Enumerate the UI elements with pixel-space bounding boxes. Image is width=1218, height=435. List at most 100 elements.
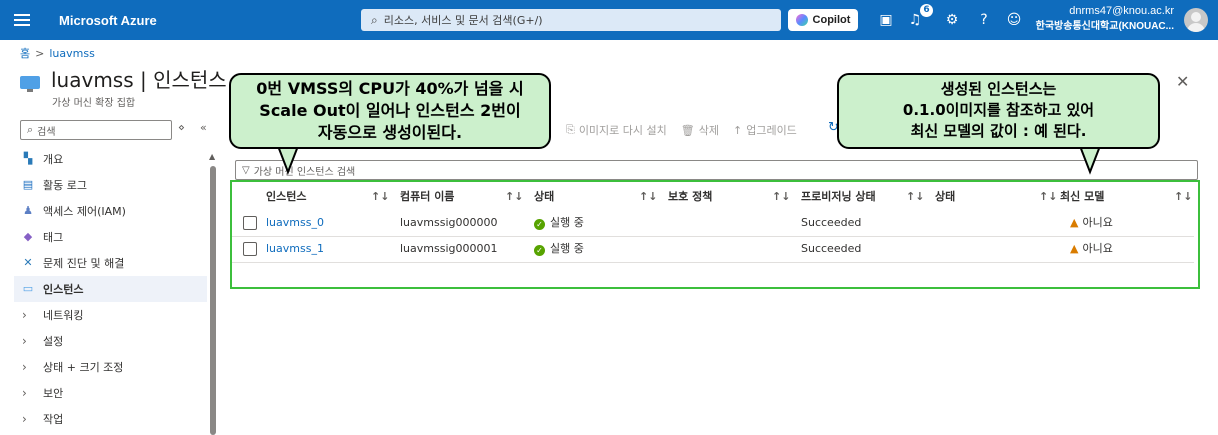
latest-model-cell: ▲ 아니요 bbox=[1070, 236, 1113, 262]
sidebar-item-tags[interactable]: ◆ 태그 bbox=[14, 224, 207, 250]
settings-gear-icon[interactable]: ⚙ bbox=[942, 10, 962, 30]
instance-link[interactable]: luavmss_1 bbox=[266, 236, 324, 262]
account-info[interactable]: dnrms47@knou.ac.kr 한국방송통신대학교(KNOUAC... bbox=[1036, 5, 1174, 32]
breadcrumb-home[interactable]: 홈 bbox=[20, 47, 30, 60]
annotation-callout-scale-out: 0번 VMSS의 CPU가 40%가 넘을 시 Scale Out이 일어나 인… bbox=[229, 73, 551, 149]
trash-icon: 🗑 bbox=[680, 123, 695, 137]
sidebar-item-label: 인스턴스 bbox=[43, 283, 84, 296]
status-text: 실행 중 bbox=[550, 242, 584, 255]
sort-icon[interactable]: ↑↓ bbox=[906, 184, 924, 210]
sidebar-item-activity-log[interactable]: ▤ 활동 로그 bbox=[14, 172, 207, 198]
sort-icon[interactable]: ↑↓ bbox=[639, 184, 657, 210]
cloud-shell-icon[interactable]: ▣ bbox=[876, 10, 896, 30]
status-cell: ✓ 실행 중 bbox=[534, 236, 584, 262]
delete-label: 삭제 bbox=[698, 124, 719, 137]
latest-model-text: 아니요 bbox=[1082, 216, 1113, 229]
sort-icon[interactable]: ↑↓ bbox=[505, 184, 523, 210]
sidebar-item-diagnose[interactable]: ✕ 문제 진단 및 해결 bbox=[14, 250, 207, 276]
table-row[interactable]: luavmss_1 luavmssig000001 ✓ 실행 중 Succeede… bbox=[232, 236, 1194, 263]
sidebar-group-label: 설정 bbox=[43, 335, 64, 348]
row-checkbox[interactable] bbox=[243, 216, 257, 230]
sidebar-collapse-icon[interactable]: « bbox=[200, 121, 207, 134]
copilot-button[interactable]: Copilot bbox=[788, 9, 858, 31]
table-header: 인스턴스 ↑↓ 컴퓨터 이름 ↑↓ 상태 ↑↓ 보호 정책 ↑↓ 프로비저닝 상… bbox=[232, 184, 1194, 210]
callout-line: 자동으로 생성이된다. bbox=[317, 123, 463, 142]
column-header-provisioning-state[interactable]: 프로비저닝 상태 bbox=[801, 184, 876, 210]
column-header-instance[interactable]: 인스턴스 bbox=[266, 184, 306, 210]
command-bar: ⎘ 이미지로 다시 설치 🗑 삭제 ↑ 업그레이드 bbox=[566, 122, 797, 138]
delete-button[interactable]: 🗑 삭제 bbox=[681, 122, 719, 138]
sidebar-expand-icon[interactable]: ⋄ bbox=[178, 121, 185, 134]
reimage-icon: ⎘ bbox=[566, 123, 575, 136]
latest-model-cell: ▲ 아니요 bbox=[1070, 210, 1113, 236]
breadcrumb: 홈 > luavmss bbox=[20, 47, 95, 60]
callout-line: 생성된 인스턴스는 bbox=[940, 80, 1057, 98]
instances-icon: ▭ bbox=[22, 282, 34, 295]
sort-icon[interactable]: ↑↓ bbox=[772, 184, 790, 210]
chevron-right-icon: › bbox=[22, 386, 27, 400]
right-callout-tail bbox=[1078, 146, 1102, 175]
callout-line: 0.1.0이미지를 참조하고 있어 bbox=[902, 101, 1095, 119]
notification-count-badge: 6 bbox=[920, 4, 933, 17]
sidebar-scrollbar[interactable]: ▲ bbox=[209, 152, 216, 435]
annotation-callout-latest-model: 생성된 인스턴스는 0.1.0이미지를 참조하고 있어 최신 모델의 값이 : … bbox=[837, 73, 1160, 149]
arrow-up-icon: ↑ bbox=[732, 123, 743, 137]
reimage-button[interactable]: ⎘ 이미지로 다시 설치 bbox=[566, 122, 667, 138]
account-email: dnrms47@knou.ac.kr bbox=[1069, 5, 1174, 17]
column-header-computer-name[interactable]: 컴퓨터 이름 bbox=[400, 184, 454, 210]
computer-name: luavmssig000001 bbox=[400, 242, 498, 255]
sidebar-item-overview[interactable]: ▚ 개요 bbox=[14, 146, 207, 172]
sidebar-group-operations[interactable]: › 작업 bbox=[14, 406, 207, 432]
sidebar-item-iam[interactable]: ♟ 액세스 제어(IAM) bbox=[14, 198, 207, 224]
scrollbar-thumb[interactable] bbox=[210, 166, 216, 435]
sidebar-search-placeholder: 검색 bbox=[37, 126, 56, 138]
sidebar-item-label: 태그 bbox=[43, 231, 64, 244]
table-row[interactable]: luavmss_0 luavmssig000000 ✓ 실행 중 Succeede… bbox=[232, 210, 1194, 237]
vmss-icon bbox=[20, 76, 40, 92]
instance-link[interactable]: luavmss_0 bbox=[266, 210, 324, 236]
sort-icon[interactable]: ↑↓ bbox=[371, 184, 389, 210]
sidebar-search-input[interactable]: ⌕ 검색 bbox=[20, 120, 172, 140]
account-org: 한국방송통신대학교(KNOUAC... bbox=[1035, 21, 1174, 32]
sidebar-group-security[interactable]: › 보안 bbox=[14, 380, 207, 406]
row-checkbox[interactable] bbox=[243, 242, 257, 256]
column-header-health-state[interactable]: 상태 bbox=[935, 184, 955, 210]
instances-table: 인스턴스 ↑↓ 컴퓨터 이름 ↑↓ 상태 ↑↓ 보호 정책 ↑↓ 프로비저닝 상… bbox=[230, 180, 1200, 289]
page-subtitle: 가상 머신 확장 집합 bbox=[52, 98, 136, 109]
avatar[interactable] bbox=[1184, 8, 1208, 32]
iam-icon: ♟ bbox=[23, 204, 33, 217]
filter-icon: ▽ bbox=[242, 164, 250, 176]
feedback-icon[interactable]: ☺ bbox=[1004, 10, 1024, 30]
check-circle-icon: ✓ bbox=[534, 245, 545, 256]
callout-line: 0번 VMSS의 CPU가 40%가 넘을 시 bbox=[256, 79, 524, 98]
column-header-latest-model[interactable]: 최신 모델 bbox=[1060, 184, 1104, 210]
sidebar-item-instances[interactable]: ▭ 인스턴스 bbox=[14, 276, 207, 302]
sort-icon[interactable]: ↑↓ bbox=[1174, 184, 1192, 210]
page-title: luavmss | 인스턴스 bbox=[51, 68, 227, 92]
instance-search-input[interactable]: ▽ 가상 머신 인스턴스 검색 bbox=[235, 160, 1198, 180]
global-search-input[interactable]: ⌕ 리소스, 서비스 및 문서 검색(G+/) bbox=[361, 9, 781, 31]
status-cell: ✓ 실행 중 bbox=[534, 210, 584, 236]
sidebar-group-networking[interactable]: › 네트워킹 bbox=[14, 302, 207, 328]
close-icon[interactable]: ✕ bbox=[1176, 72, 1189, 91]
sidebar-item-label: 개요 bbox=[43, 153, 64, 166]
chevron-right-icon: › bbox=[22, 360, 27, 374]
breadcrumb-current[interactable]: luavmss bbox=[49, 47, 94, 60]
left-callout-tail bbox=[276, 146, 300, 175]
upgrade-button[interactable]: ↑ 업그레이드 bbox=[733, 122, 797, 138]
chevron-right-icon: › bbox=[22, 308, 27, 322]
activity-log-icon: ▤ bbox=[22, 178, 34, 191]
sidebar-group-settings[interactable]: › 설정 bbox=[14, 328, 207, 354]
column-header-protection-policy[interactable]: 보호 정책 bbox=[668, 184, 712, 210]
hamburger-menu-icon[interactable] bbox=[14, 14, 30, 26]
sort-icon[interactable]: ↑↓ bbox=[1039, 184, 1057, 210]
sidebar-group-health-scale[interactable]: › 상태 + 크기 조정 bbox=[14, 354, 207, 380]
brand-title[interactable]: Microsoft Azure bbox=[59, 13, 157, 28]
column-header-status[interactable]: 상태 bbox=[534, 184, 554, 210]
overview-icon: ▚ bbox=[23, 152, 33, 165]
sidebar-group-label: 네트워킹 bbox=[43, 309, 84, 322]
scroll-up-icon[interactable]: ▲ bbox=[209, 152, 215, 161]
tag-icon: ◆ bbox=[23, 230, 33, 243]
help-icon[interactable]: ? bbox=[974, 10, 994, 30]
chevron-right-icon: › bbox=[22, 412, 27, 426]
